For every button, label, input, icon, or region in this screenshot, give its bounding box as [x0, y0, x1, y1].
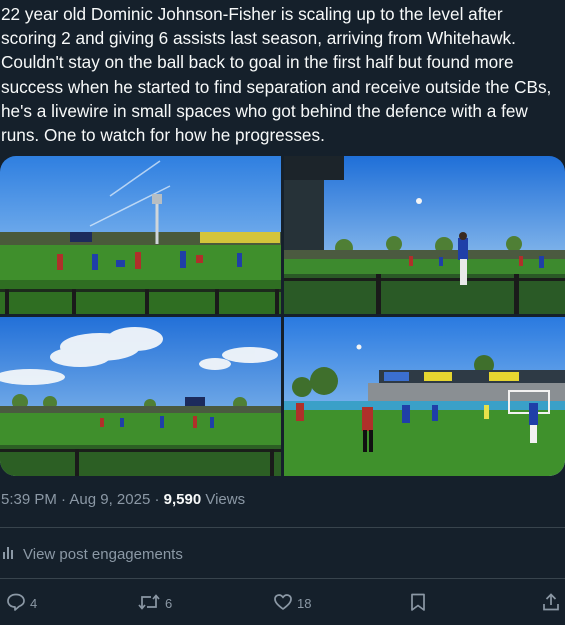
bar-chart-icon: [1, 544, 17, 564]
engagements-label: View post engagements: [23, 545, 183, 563]
post-text-line: scoring 2 and giving 6 assists last seas…: [1, 28, 516, 49]
meta-separator: ·: [154, 491, 160, 508]
photo-4[interactable]: [284, 317, 565, 476]
repost-button[interactable]: 6: [137, 592, 172, 615]
divider: [0, 527, 565, 528]
like-count: 18: [297, 596, 312, 611]
post-text-line: 22 year old Dominic Johnson-Fisher is sc…: [1, 4, 503, 24]
post-text-line: he's a livewire in small spaces who got …: [1, 100, 528, 121]
post-date[interactable]: Aug 9, 2025: [69, 491, 150, 508]
photo-3[interactable]: [0, 317, 281, 476]
views-label: Views: [205, 491, 246, 508]
retweet-icon: [137, 592, 161, 615]
media-grid: [0, 156, 565, 476]
post-text-line: Couldn't stay on the ball back to goal i…: [1, 52, 514, 73]
photo-1[interactable]: [0, 156, 281, 314]
speech-bubble-icon: [6, 592, 26, 615]
repost-count: 6: [165, 596, 173, 611]
bookmark-button[interactable]: [409, 592, 427, 615]
views-count: 9,590: [163, 491, 202, 508]
reply-count: 4: [30, 596, 38, 611]
post-text: 22 year old Dominic Johnson-Fisher is sc…: [0, 0, 565, 147]
action-bar: 4 6 18: [0, 592, 565, 618]
meta-separator: ·: [61, 491, 67, 508]
share-button[interactable]: [541, 592, 561, 615]
heart-icon: [273, 592, 293, 615]
post-text-line: runs. One to watch for how he progresses…: [1, 125, 325, 146]
bookmark-icon: [409, 592, 427, 615]
reply-button[interactable]: 4: [6, 592, 37, 615]
divider: [0, 578, 565, 579]
post-time[interactable]: 5:39 PM: [1, 491, 57, 508]
post-text-line: success when he started to find separati…: [1, 76, 552, 97]
share-upload-icon: [541, 592, 561, 615]
view-engagements-link[interactable]: View post engagements: [1, 544, 183, 564]
post-meta: 5:39 PM · Aug 9, 2025 · 9,590 Views: [1, 491, 245, 508]
like-button[interactable]: 18: [273, 592, 311, 615]
photo-2[interactable]: [284, 156, 565, 314]
